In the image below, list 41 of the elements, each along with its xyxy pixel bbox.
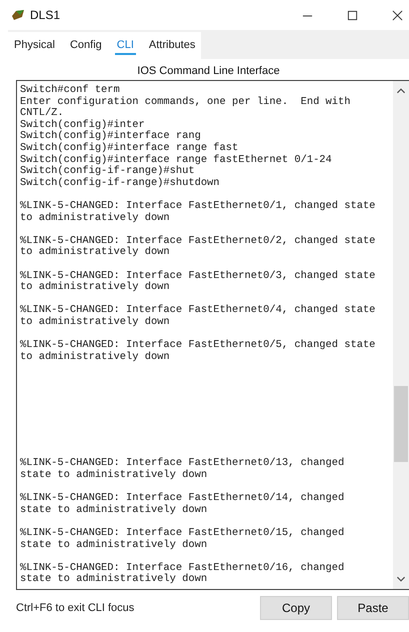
maximize-icon[interactable] [347,10,358,20]
terminal-line: to administratively down [20,282,171,294]
terminal-line: to administratively down [20,352,171,364]
terminal-line: Switch#conf term [20,85,121,96]
terminal-line: state to administratively down [20,504,208,516]
copy-button[interactable]: Copy [260,596,332,620]
terminal-line: %LINK-5-CHANGED: Interface FastEthernet0/1, changed state [20,200,376,212]
terminal-line: %LINK-5-CHANGED: Interface FastEthernet0/15, changed [20,528,346,540]
panel-title: IOS Command Line Interface [136,64,281,79]
terminal-line: to administratively down [20,316,171,328]
terminal-line: Enter configuration commands, one per line. End with [20,96,352,108]
terminal-line: %LINK-5-CHANGED: Interface FastEthernet0/2, changed state [20,236,376,247]
tab[interactable]: Config [68,39,104,55]
terminal-line: to administratively down [20,212,171,224]
terminal-line: Switch(config)#interface range fastEthernet 0/1-24 [20,154,333,166]
terminal-line: %LINK-5-CHANGED: Interface FastEthernet0/14, changed [20,493,346,504]
tab[interactable]: Physical [12,39,57,55]
terminal-output[interactable] [16,80,409,590]
terminal-line: %LINK-5-CHANGED: Interface FastEthernet0/3, changed state [20,270,376,282]
terminal-line: CNTL/Z. [20,108,65,120]
window-title: DLS1 [30,8,60,22]
terminal-line: %LINK-5-CHANGED: Interface FastEthernet0/5, changed state [20,340,376,352]
terminal-line: Switch(config-if-range)#shut [20,166,196,178]
terminal-line: Switch(config-if-range)#shutdown [20,178,221,190]
terminal-line: state to administratively down [20,470,208,482]
hint-text: Ctrl+F6 to exit CLI focus [16,602,134,614]
switch-icon [10,7,26,23]
tab[interactable]: Attributes [146,39,198,55]
terminal-line: %LINK-5-CHANGED: Interface FastEthernet0/16, changed [20,562,346,574]
terminal-line: state to administratively down [20,540,208,552]
terminal-line: Switch(config)#interface rang [20,131,202,142]
terminal-line: to administratively down [20,247,171,259]
paste-button[interactable]: Paste [337,596,409,620]
terminal-line: Switch(config)#interface range fast [20,142,240,154]
terminal-line: state to administratively down [20,574,208,586]
terminal-line: Switch(config)#inter [20,120,145,131]
terminal-line: %LINK-5-CHANGED: Interface FastEthernet0/4, changed state [20,305,376,316]
scrollbar-thumb[interactable] [394,386,408,462]
close-icon[interactable] [392,10,403,20]
terminal-line: %LINK-5-CHANGED: Interface FastEthernet0/13, changed [20,458,346,470]
tab[interactable]: CLI [114,39,136,55]
